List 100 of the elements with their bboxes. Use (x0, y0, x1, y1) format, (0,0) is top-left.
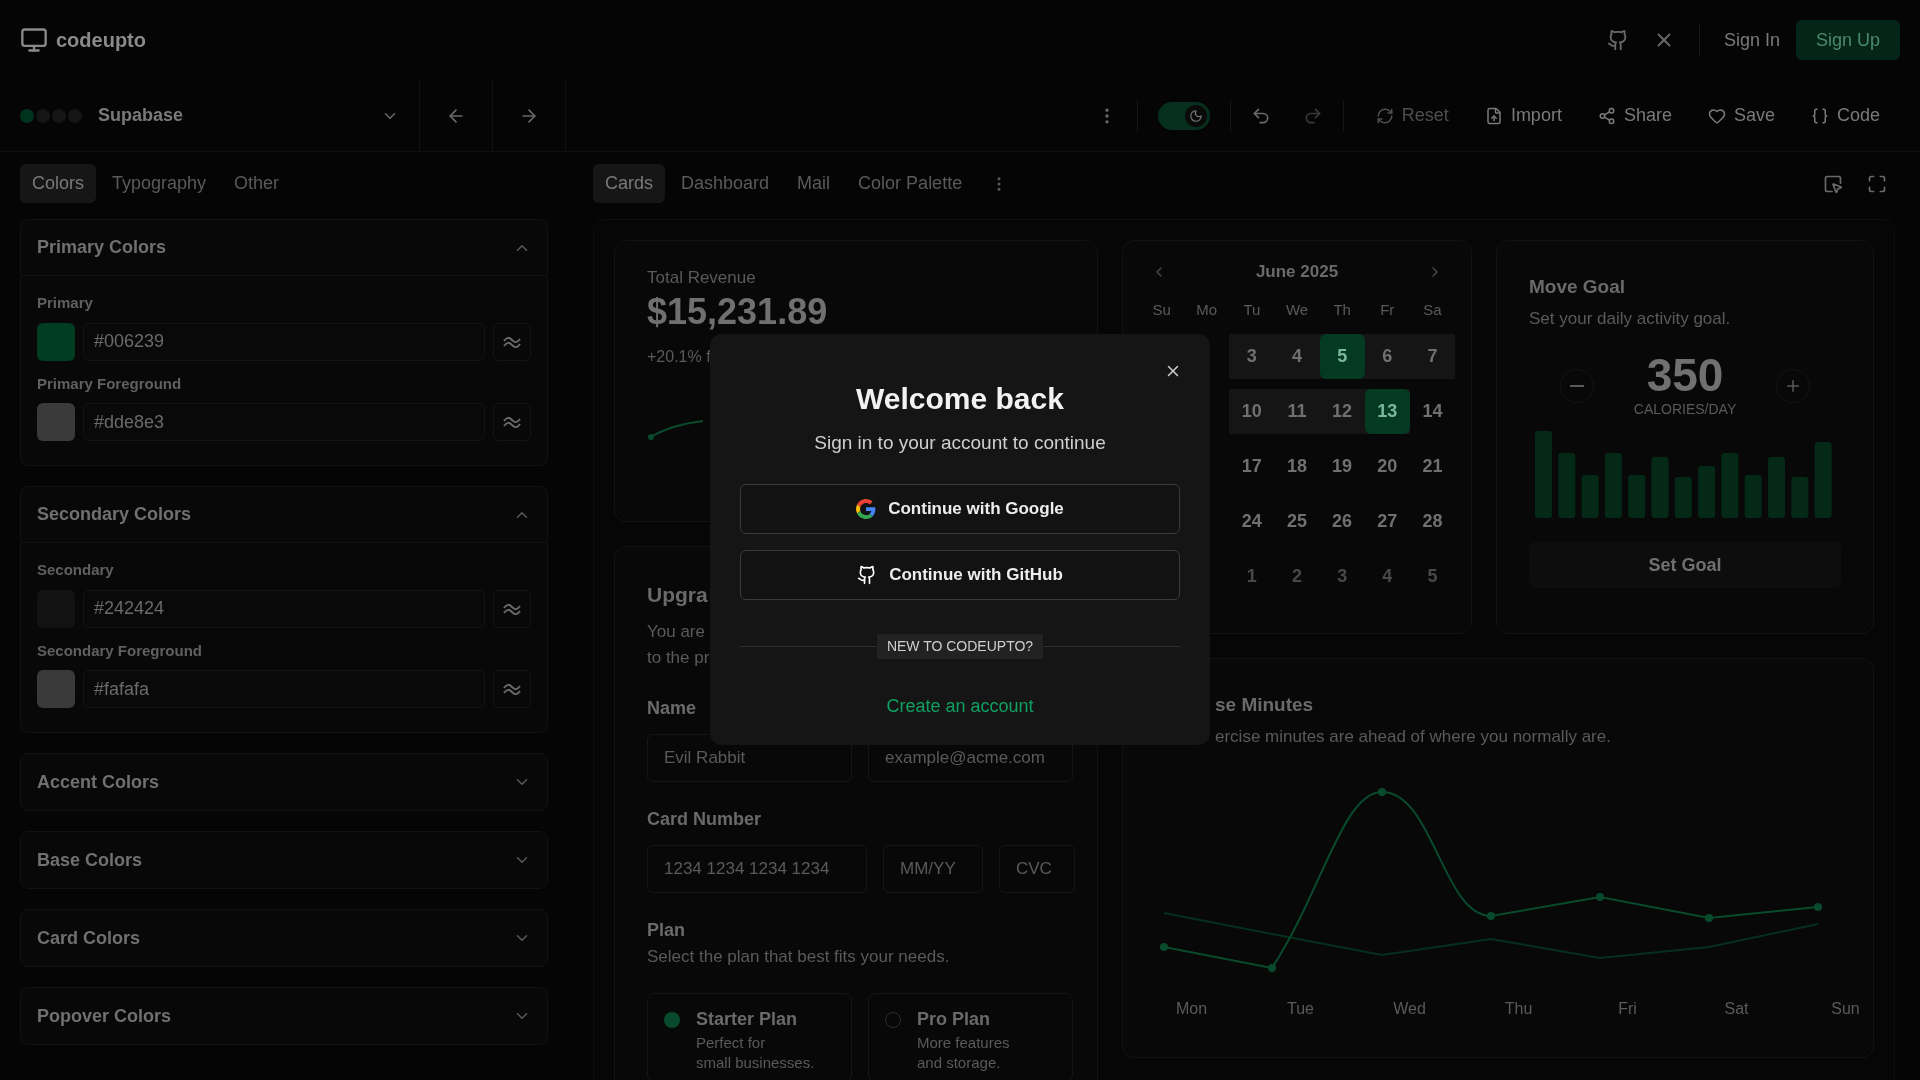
plan-name: Pro Plan (917, 1008, 991, 1031)
calendar-day[interactable]: 4 (1274, 333, 1320, 379)
tailwind-icon[interactable] (493, 403, 531, 441)
create-account-link[interactable]: Create an account (886, 692, 1034, 720)
oauth-button[interactable]: Continue with Google (740, 483, 1180, 534)
calendar-day[interactable]: 21 (1409, 443, 1455, 489)
hex-input[interactable]: #fafafa (83, 670, 485, 708)
exercise-description: ercise minutes are ahead of where you normally are. (1215, 725, 1611, 748)
calendar-day[interactable]: 20 (1364, 443, 1410, 489)
tailwind-icon[interactable] (493, 322, 531, 361)
preview-tab[interactable]: Mail (785, 164, 843, 203)
section-title[interactable]: Primary Colors (37, 234, 167, 261)
plan-detail: Perfect for (696, 1033, 766, 1053)
calendar-day[interactable]: 5 (1409, 553, 1455, 599)
toolbar-button[interactable]: Share (1585, 97, 1684, 134)
bar (1698, 466, 1716, 518)
calendar-day[interactable]: 5 (1319, 333, 1365, 379)
calendar-day[interactable]: 3 (1229, 333, 1275, 379)
bar (1558, 453, 1576, 518)
toolbar-button[interactable]: Save (1695, 97, 1787, 134)
calendar-day[interactable]: 27 (1364, 498, 1410, 544)
field-label: Primary (37, 293, 93, 313)
braces-icon (1810, 106, 1829, 125)
card-input[interactable]: MM/YY (883, 844, 983, 893)
google-icon (856, 498, 877, 519)
plan-option[interactable]: Pro Plan More features and storage. (868, 993, 1073, 1080)
color-swatch[interactable] (37, 670, 75, 708)
section-title[interactable]: Secondary Colors (37, 501, 192, 528)
section-title[interactable]: Popover Colors (37, 1002, 172, 1030)
calendar-day[interactable]: 10 (1229, 388, 1275, 434)
preview-tab[interactable]: Dashboard (669, 164, 782, 203)
bar (1791, 477, 1809, 518)
field-label: Primary Foreground (37, 373, 182, 394)
plan-description: Select the plan that best fits your needs. (647, 945, 950, 968)
sidebar-tab[interactable]: Colors (20, 164, 96, 203)
upgrade-title: Upgra (647, 582, 708, 608)
bar (1651, 457, 1669, 518)
github-icon[interactable] (1606, 29, 1629, 51)
heart-icon (1707, 106, 1726, 125)
color-swatch[interactable] (37, 322, 75, 361)
sidebar-tab[interactable]: Other (222, 164, 292, 203)
weekday-label: Tu (1242, 300, 1262, 320)
theme-name[interactable]: Supabase (98, 102, 184, 129)
upgrade-description: to the pr (647, 646, 710, 669)
calendar-day[interactable]: 24 (1229, 498, 1275, 544)
calendar-day[interactable]: 4 (1364, 553, 1410, 599)
hex-input[interactable]: #006239 (83, 322, 485, 361)
preview-tab[interactable]: Color Palette (846, 164, 975, 203)
calendar-day[interactable]: 18 (1274, 443, 1320, 489)
calendar-day[interactable]: 12 (1319, 388, 1365, 434)
sidebar-tab[interactable]: Typography (100, 164, 219, 203)
hex-input[interactable]: #dde8e3 (83, 403, 485, 441)
plan-detail: More features (917, 1033, 1010, 1053)
calendar-day[interactable]: 2 (1274, 553, 1320, 599)
section-title[interactable]: Base Colors (37, 846, 143, 874)
calendar-day[interactable]: 7 (1409, 333, 1455, 379)
calendar-day[interactable]: 26 (1319, 498, 1365, 544)
calendar-day[interactable]: 6 (1364, 333, 1410, 379)
axis-label: Thu (1503, 999, 1534, 1019)
card-input[interactable]: 1234 1234 1234 1234 (647, 844, 867, 893)
section-title[interactable]: Accent Colors (37, 768, 160, 796)
data-point (1268, 964, 1276, 972)
bar (1581, 475, 1599, 518)
calendar-day[interactable]: 3 (1319, 553, 1365, 599)
logo-text[interactable]: codeupto (56, 25, 146, 55)
divider-label: NEW TO CODEUPTO? (876, 633, 1044, 659)
color-swatch[interactable] (37, 403, 75, 441)
oauth-button[interactable]: Continue with GitHub (740, 549, 1180, 600)
weekday-label: Su (1151, 300, 1172, 320)
calendar-day[interactable]: 1 (1229, 553, 1275, 599)
calendar-day[interactable]: 17 (1229, 443, 1275, 489)
calendar-day[interactable]: 14 (1409, 388, 1455, 434)
hex-input[interactable]: #242424 (83, 589, 485, 628)
data-point (1378, 788, 1386, 796)
calendar-day[interactable]: 13 (1364, 388, 1410, 434)
section-title[interactable]: Card Colors (37, 924, 141, 952)
sign-up-button[interactable]: Sign Up (1795, 20, 1900, 60)
radio-button[interactable] (664, 1012, 680, 1028)
tailwind-icon[interactable] (493, 670, 531, 708)
card-input[interactable]: CVC (999, 844, 1075, 893)
undo-icon[interactable] (1250, 105, 1271, 126)
calendar-day[interactable]: 19 (1319, 443, 1365, 489)
bar (1744, 475, 1762, 518)
sign-in-link[interactable]: Sign In (1723, 26, 1780, 54)
calendar-day[interactable]: 28 (1409, 498, 1455, 544)
weekday-label: We (1284, 300, 1310, 320)
calendar-day[interactable]: 25 (1274, 498, 1320, 544)
toolbar-button[interactable]: Code (1798, 97, 1892, 134)
toolbar-button[interactable]: Import (1472, 97, 1574, 134)
calendar-day[interactable]: 11 (1274, 388, 1320, 434)
tailwind-icon[interactable] (493, 589, 531, 628)
dark-mode-toggle[interactable] (1157, 101, 1210, 130)
fullscreen-icon[interactable] (1867, 173, 1887, 194)
inspect-icon[interactable] (1823, 173, 1843, 194)
preview-tab[interactable]: Cards (593, 164, 665, 203)
revenue-label: Total Revenue (647, 267, 756, 289)
upgrade-description: You are (647, 620, 705, 643)
bar (1768, 457, 1785, 518)
weekday-label: Sa (1422, 300, 1443, 320)
set-goal-button[interactable]: Set Goal (1529, 542, 1841, 588)
